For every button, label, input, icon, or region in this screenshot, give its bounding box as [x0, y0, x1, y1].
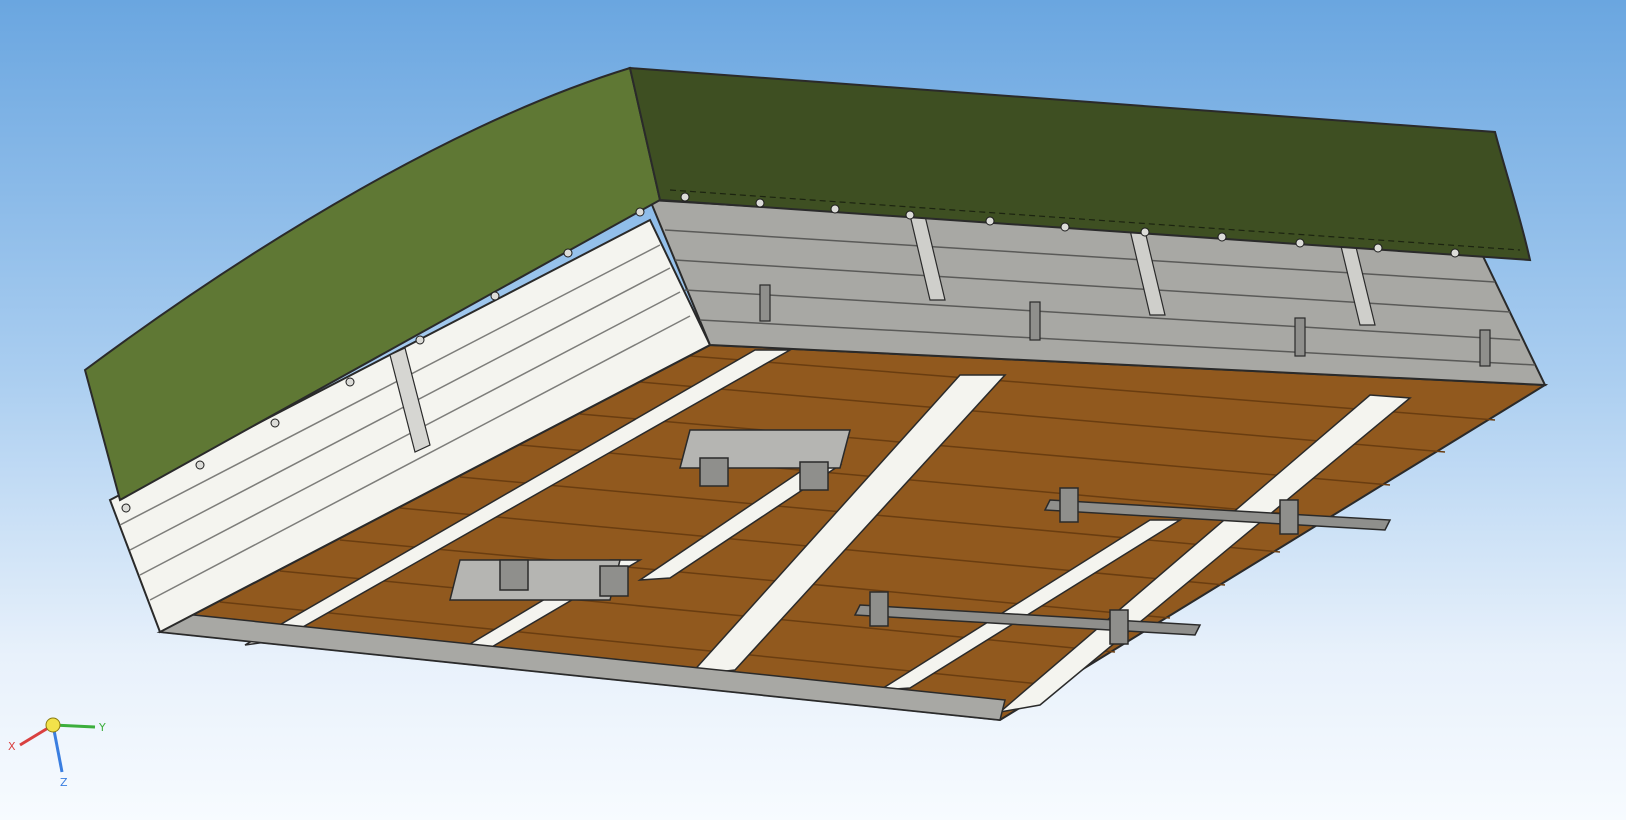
cad-3d-viewport[interactable]: X Y Z [0, 0, 1626, 820]
y-axis-label: Y [98, 721, 106, 734]
orientation-triad: X Y Z [8, 717, 106, 789]
truck-cargo-body-model[interactable] [0, 0, 1626, 820]
x-axis-label: X [8, 740, 16, 753]
triad-origin [45, 717, 61, 733]
z-axis-label: Z [60, 776, 68, 789]
